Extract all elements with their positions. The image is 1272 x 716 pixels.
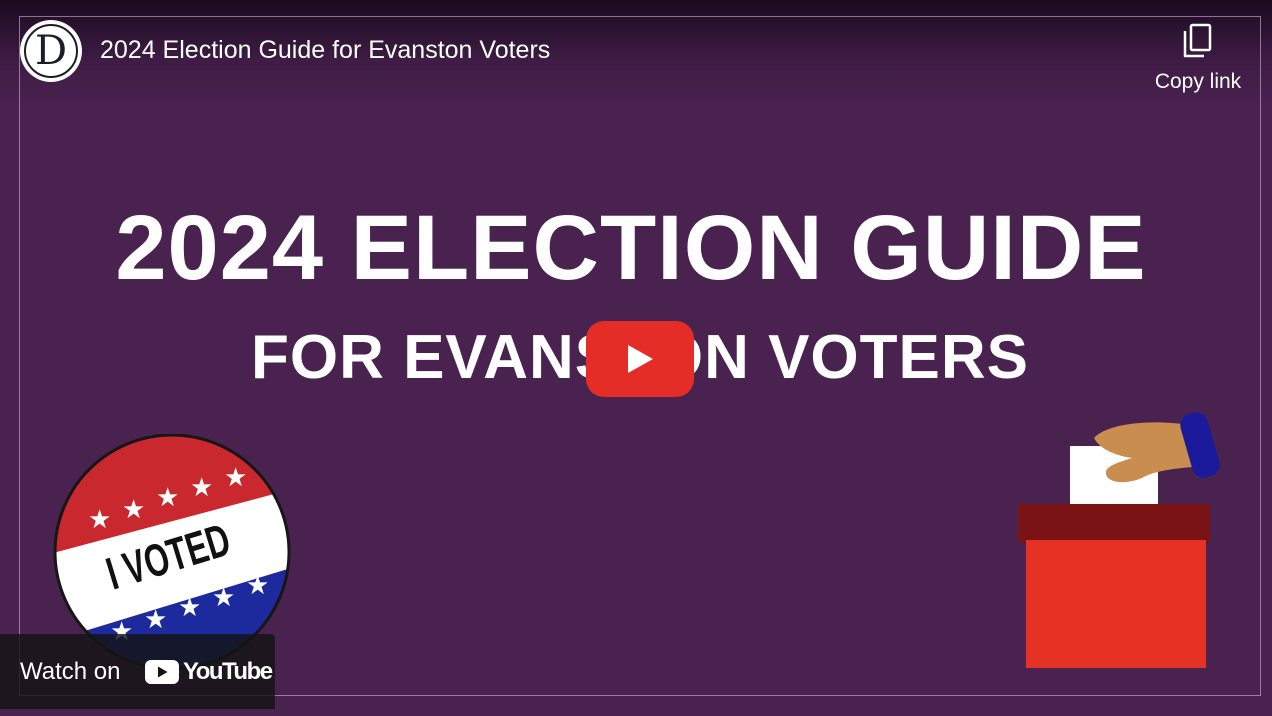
svg-text:★: ★ <box>122 494 145 524</box>
play-button[interactable] <box>586 321 694 397</box>
video-player[interactable]: D 2024 Election Guide for Evanston Voter… <box>0 0 1272 716</box>
headline-line-1: 2024 ELECTION GUIDE <box>115 197 1147 299</box>
copy-icon <box>1183 23 1212 58</box>
svg-text:★: ★ <box>144 604 167 634</box>
watch-on-youtube-button[interactable]: Watch on YouTube <box>0 634 275 709</box>
svg-text:★: ★ <box>246 570 269 600</box>
channel-avatar[interactable]: D <box>20 20 82 82</box>
svg-text:★: ★ <box>156 482 179 512</box>
copy-link-label: Copy link <box>1154 70 1242 93</box>
watch-on-label: Watch on <box>20 658 121 685</box>
svg-text:★: ★ <box>88 504 111 534</box>
copy-link-button[interactable]: Copy link <box>1146 18 1250 98</box>
channel-logo-letter: D <box>24 24 78 78</box>
youtube-icon <box>145 660 179 684</box>
svg-text:★: ★ <box>224 462 247 492</box>
youtube-wordmark: YouTube <box>183 658 273 685</box>
ballot-box-illustration <box>1010 404 1250 677</box>
svg-text:★: ★ <box>178 592 201 622</box>
video-title[interactable]: 2024 Election Guide for Evanston Voters <box>100 36 550 65</box>
svg-text:★: ★ <box>212 582 235 612</box>
svg-text:★: ★ <box>190 472 213 502</box>
